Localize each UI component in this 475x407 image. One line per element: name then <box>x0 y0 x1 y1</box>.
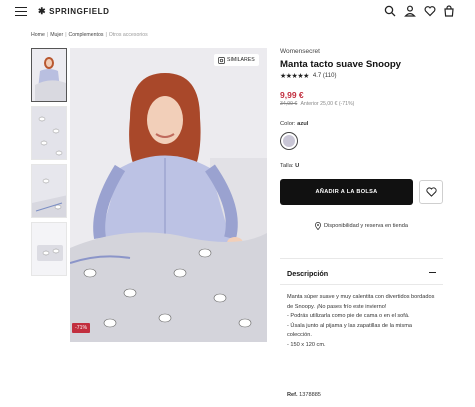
product-rating[interactable]: ★★★★★ 4.7 (110) <box>280 72 336 80</box>
main-product-image[interactable] <box>70 48 267 342</box>
old-price: 34,99 € <box>280 101 298 107</box>
brand-logo[interactable]: ✱ SPRINGFIELD <box>38 6 110 17</box>
ref-label: Ref. <box>287 392 298 398</box>
breadcrumb-current[interactable]: Otros accesorios <box>109 32 148 38</box>
thumbnail-image <box>32 107 66 159</box>
color-swatch-azul[interactable] <box>280 132 298 150</box>
search-icon[interactable] <box>384 5 396 17</box>
thumbnail-image <box>32 223 66 275</box>
price-history: 34,99 € Anterior 25,00 € (-71%) <box>280 101 354 107</box>
thumbnail-4[interactable] <box>31 222 67 276</box>
description-line: - Podrás utilizarla como pie de cama o e… <box>287 313 410 319</box>
breadcrumb-separator: | <box>46 32 49 38</box>
rating-value: 4.7 <box>312 73 322 79</box>
divider <box>280 258 443 259</box>
breadcrumb-separator: | <box>65 32 67 38</box>
heart-icon <box>425 187 437 197</box>
description-body: Manta súper suave y muy calentita con di… <box>287 293 437 350</box>
size-value: U <box>295 163 300 169</box>
similares-button[interactable]: SIMILARES <box>214 54 259 66</box>
menu-icon[interactable] <box>15 7 27 16</box>
color-value: azul <box>297 121 309 127</box>
product-reference: Ref. 1378885 <box>287 392 321 398</box>
breadcrumb: Home | Mujer | Complementos | Otros accesorios <box>31 32 148 38</box>
camera-search-icon <box>218 56 225 64</box>
add-to-bag-button[interactable]: AÑADIR A LA BOLSA <box>280 179 413 205</box>
logo-mark-icon: ✱ <box>38 6 47 16</box>
heart-icon[interactable] <box>424 5 436 17</box>
divider <box>280 284 443 285</box>
description-line: - 150 x 120 cm. <box>287 341 326 348</box>
thumbnail-1[interactable] <box>31 48 67 102</box>
similares-label: SIMILARES <box>227 57 255 63</box>
logo-text: SPRINGFIELD <box>49 7 110 16</box>
color-label-text: Color: <box>280 121 296 127</box>
store-availability-link[interactable]: Disponibilidad y reserva en tienda <box>280 222 443 230</box>
rating-count: (110) <box>322 73 337 79</box>
breadcrumb-separator: | <box>105 32 107 38</box>
wishlist-button[interactable] <box>419 180 443 204</box>
product-title: Manta tacto suave Snoopy <box>280 59 402 70</box>
size-label-text: Talla: <box>280 163 294 169</box>
size-label: Talla: U <box>280 163 299 169</box>
description-line: - Úsala junto al pijama y las zapatillas… <box>287 322 412 339</box>
color-label: Color: azul <box>280 121 308 127</box>
thumbnail-2[interactable] <box>31 106 67 160</box>
description-line: Manta súper suave y muy calentita con di… <box>287 294 435 310</box>
rating-stars-icon: ★★★★★ <box>280 73 309 80</box>
description-title[interactable]: Descripción <box>287 269 328 278</box>
current-price: 9,99 € <box>280 90 304 100</box>
location-pin-icon <box>315 222 321 230</box>
discount-badge: -71% <box>72 323 91 333</box>
bag-icon[interactable] <box>443 5 455 17</box>
availability-text: Disponibilidad y reserva en tienda <box>324 223 408 229</box>
user-icon[interactable] <box>404 5 416 17</box>
breadcrumb-home[interactable]: Home <box>31 32 45 38</box>
swatch-fill <box>283 135 295 147</box>
collapse-minus-icon[interactable] <box>428 268 438 278</box>
thumbnail-image <box>32 165 66 217</box>
product-brand[interactable]: Womensecret <box>280 48 320 55</box>
thumbnail-3[interactable] <box>31 164 67 218</box>
previous-price: Anterior 25,00 € (-71%) <box>300 101 355 107</box>
breadcrumb-complementos[interactable]: Complementos <box>69 32 104 38</box>
product-photo <box>70 48 267 342</box>
breadcrumb-mujer[interactable]: Mujer <box>50 32 63 38</box>
ref-value: 1378885 <box>299 392 321 398</box>
top-header: ✱ SPRINGFIELD <box>0 0 475 24</box>
thumbnail-image <box>32 49 66 101</box>
